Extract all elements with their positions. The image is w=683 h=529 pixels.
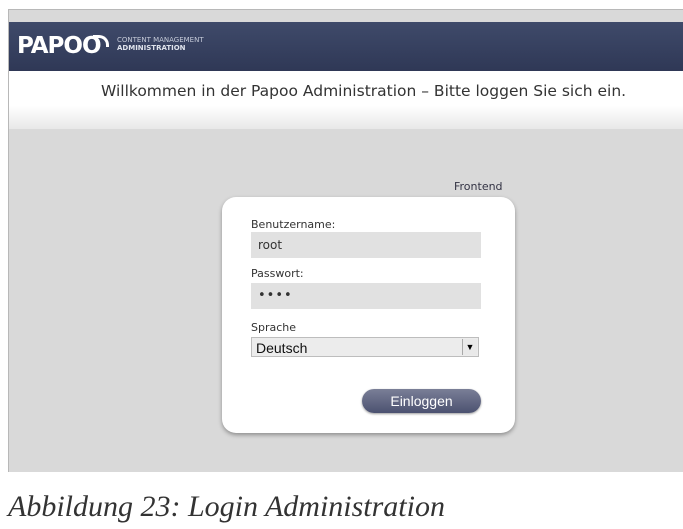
password-field[interactable]: •••• xyxy=(251,283,481,309)
language-select[interactable]: Deutsch ▼ xyxy=(251,337,479,357)
language-selected-value: Deutsch xyxy=(256,340,308,356)
logo-text: PAPOO xyxy=(17,33,102,59)
language-label: Sprache xyxy=(251,321,297,334)
figure-caption: Abbildung 23: Login Administration xyxy=(8,490,445,523)
tagline-line1: CONTENT MANAGEMENT xyxy=(117,36,204,44)
dropdown-arrow-icon[interactable]: ▼ xyxy=(462,339,477,355)
password-label: Passwort: xyxy=(251,267,304,280)
header-bar: PAPOO CONTENT MANAGEMENT ADMINISTRATION xyxy=(9,22,683,71)
logo-swoosh-icon xyxy=(93,35,109,47)
papoo-logo: PAPOO xyxy=(17,33,109,59)
welcome-band xyxy=(9,71,683,129)
username-label: Benutzername: xyxy=(251,218,336,231)
tagline-line2: ADMINISTRATION xyxy=(117,44,186,52)
frontend-link[interactable]: Frontend xyxy=(454,180,503,193)
login-button[interactable]: Einloggen xyxy=(362,389,481,413)
login-form: Benutzername: root Passwort: •••• Sprach… xyxy=(222,197,515,433)
admin-login-window: PAPOO CONTENT MANAGEMENT ADMINISTRATION … xyxy=(8,9,683,472)
username-field[interactable]: root xyxy=(251,232,481,258)
header-tagline: CONTENT MANAGEMENT ADMINISTRATION xyxy=(117,36,204,52)
welcome-message: Willkommen in der Papoo Administration –… xyxy=(101,82,627,100)
